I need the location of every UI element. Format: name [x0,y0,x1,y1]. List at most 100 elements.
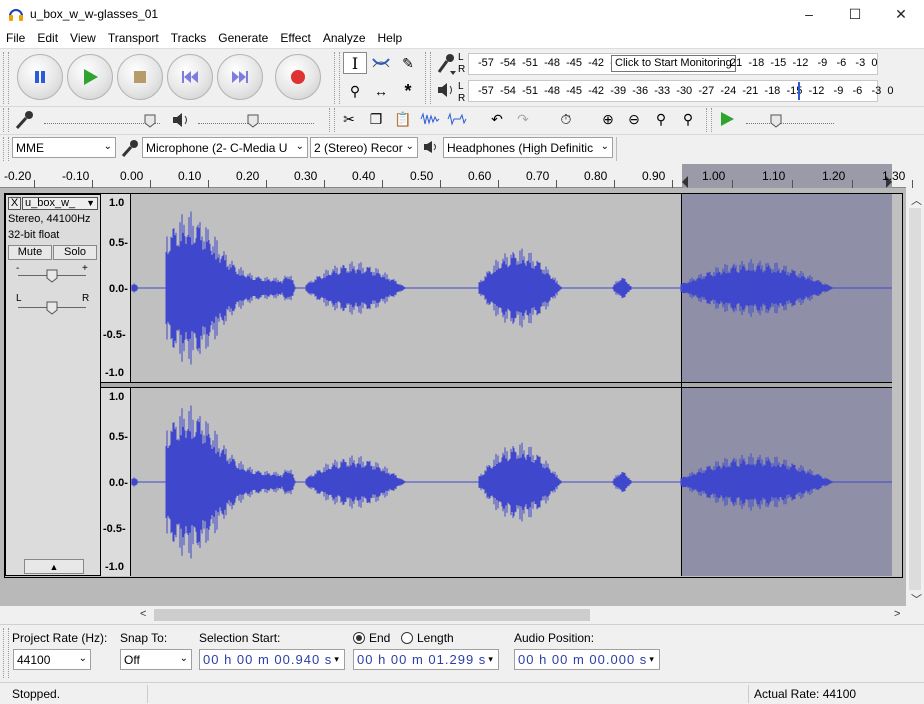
collapse-track-button[interactable]: ▲ [24,559,84,574]
timeshift-tool-button[interactable]: ↔ [369,80,393,102]
edit-grip[interactable] [329,108,335,132]
playback-speed-thumb[interactable] [770,114,782,128]
mute-button[interactable]: Mute [8,245,52,260]
trim-button[interactable] [418,108,442,130]
end-radio[interactable] [353,632,365,644]
scroll-right-icon[interactable]: > [894,608,900,620]
ruler-tick [556,180,557,188]
record-meter-channels: LR [458,52,466,75]
menu-effect[interactable]: Effect [274,28,316,48]
monitor-tooltip[interactable]: Click to Start Monitoring [611,55,736,72]
selection-grip[interactable] [3,628,9,678]
silence-button[interactable] [445,108,469,130]
chevron-down-icon: ⌄ [405,141,414,152]
fit-project-button[interactable]: ⚲ [676,108,700,130]
fit-selection-button[interactable]: ⚲ [649,108,673,130]
recording-device-select[interactable]: Microphone (2- C-Media U ⌄ [142,137,308,158]
recording-device-microphone-icon [120,139,140,160]
scroll-down-icon[interactable]: ﹀ [911,591,922,607]
scroll-up-icon[interactable]: ︿ [911,192,922,208]
close-button[interactable]: ✕ [878,0,924,28]
solo-button[interactable]: Solo [53,245,97,260]
stop-button[interactable] [117,54,163,100]
input-volume-slider[interactable] [44,112,160,124]
length-radio[interactable] [401,632,413,644]
ruler-tick-label: 1.20 [822,169,846,183]
audio-host-select[interactable]: MME ⌄ [12,137,116,158]
multi-tool-button[interactable]: * [396,80,420,102]
magnifier-icon: ⚲ [349,82,361,99]
timeline-ruler[interactable]: -0.20 -0.10 0.00 0.10 0.20 0.30 0.40 0.50 0.60 0.… [0,164,913,188]
menu-tracks[interactable]: Tracks [165,28,213,48]
toolbar-grip[interactable] [3,52,9,104]
undo-button[interactable]: ↶ [485,108,509,130]
skip-end-button[interactable] [217,54,263,100]
vertical-scroll-thumb[interactable] [909,208,921,590]
clipboard-icon: 📋 [394,110,412,127]
pause-button[interactable] [17,54,63,100]
selection-end-field[interactable]: 00 h 00 m 01.299 s ▾ [353,649,499,670]
track-name-menu[interactable]: u_box_w_ ▼ [22,197,98,210]
pan-slider-thumb[interactable] [46,301,58,318]
playback-speed-slider[interactable] [746,112,834,124]
menu-edit[interactable]: Edit [31,28,64,48]
project-rate-select[interactable]: 44100 ⌄ [13,649,91,670]
menu-file[interactable]: File [0,28,31,48]
envelope-tool-button[interactable] [369,52,393,74]
waveform[interactable] [131,194,892,576]
play-at-speed-button[interactable] [715,108,739,130]
meter-grip[interactable] [425,52,431,104]
play-meter-speaker-icon[interactable] [436,81,456,101]
length-radio-label: Length [417,631,454,645]
zoom-out-button[interactable]: ⊖ [622,108,646,130]
zoom-in-button[interactable]: ⊕ [596,108,620,130]
horizontal-scroll-thumb[interactable] [154,609,590,621]
zoom-tool-button[interactable]: ⚲ [343,80,367,102]
toolbar-separator [616,137,617,161]
minimize-button[interactable]: – [786,0,832,28]
skip-start-button[interactable] [167,54,213,100]
redo-button[interactable]: ↷ [511,108,535,130]
tools-grip[interactable] [334,52,340,104]
record-meter-microphone-icon[interactable] [436,52,456,76]
vertical-scale-label: 1.0 [109,391,125,403]
sync-lock-button[interactable]: ⏱ [554,108,578,130]
copy-button[interactable]: ❐ [364,108,388,130]
cut-button[interactable]: ✂ [337,108,361,130]
horizontal-scrollbar[interactable]: < > [0,606,924,624]
menu-help[interactable]: Help [372,28,409,48]
vertical-scrollbar[interactable]: ︿ ﹀ [906,188,924,606]
input-volume-thumb[interactable] [144,114,156,128]
draw-tool-button[interactable]: ✎ [396,52,420,74]
play-at-speed-grip[interactable] [706,108,712,132]
gain-slider-thumb[interactable] [46,269,58,286]
scroll-left-icon[interactable]: < [140,608,146,620]
audio-position-field[interactable]: 00 h 00 m 00.000 s ▾ [514,649,660,670]
play-meter-scale: -57 -54 -51 -48 -45 -42 -39 -36 -33 -30 … [478,85,894,97]
track-close-button[interactable]: X [8,197,21,210]
selection-start-field[interactable]: 00 h 00 m 00.940 s ▾ [199,649,345,670]
audacity-headphones-icon [8,7,24,21]
menu-analyze[interactable]: Analyze [317,28,372,48]
input-volume-microphone-icon [14,110,36,133]
playback-device-select[interactable]: Headphones (High Definitic ⌄ [443,137,613,158]
snap-to-select[interactable]: Off ⌄ [120,649,192,670]
record-button[interactable] [275,54,321,100]
track-format-info: Stereo, 44100Hz [8,213,91,225]
paste-button[interactable]: 📋 [391,108,415,130]
track-control-panel[interactable]: X u_box_w_ ▼ Stereo, 44100Hz 32-bit floa… [5,194,101,576]
selection-start-marker[interactable] [682,176,688,188]
recording-channels-select[interactable]: 2 (Stereo) Recor ⌄ [310,137,418,158]
maximize-button[interactable]: ☐ [832,0,878,28]
play-button[interactable] [67,54,113,100]
snap-to-label: Snap To: [120,631,168,645]
menu-generate[interactable]: Generate [212,28,274,48]
vertical-scale-label: 1.0 [109,197,125,209]
output-volume-thumb[interactable] [247,114,259,128]
device-grip[interactable] [3,137,9,161]
selection-tool-button[interactable]: I [343,52,367,74]
menu-transport[interactable]: Transport [102,28,165,48]
gain-minus-label: - [16,263,20,274]
menu-view[interactable]: View [64,28,102,48]
mixer-grip[interactable] [3,108,9,132]
